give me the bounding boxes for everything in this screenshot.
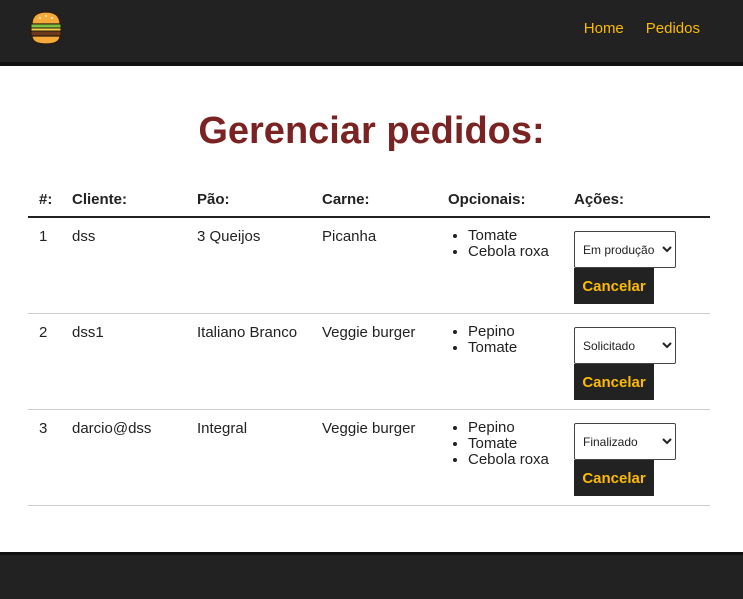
hamburger-icon[interactable] bbox=[29, 10, 63, 46]
order-actions: Em produção Cancelar bbox=[574, 218, 710, 313]
nav-links: Home Pedidos bbox=[584, 20, 700, 37]
status-select[interactable]: Em produção bbox=[574, 231, 676, 268]
order-optionals: Pepino Tomate Cebola roxa bbox=[448, 410, 574, 505]
table-header: #: Cliente: Pão: Carne: Opcionais: Ações… bbox=[28, 184, 710, 218]
optional-item: Cebola roxa bbox=[468, 244, 574, 260]
cancel-button[interactable]: Cancelar bbox=[574, 268, 654, 304]
nav-link-home[interactable]: Home bbox=[584, 20, 624, 37]
order-id: 3 bbox=[39, 420, 48, 437]
optional-item: Cebola roxa bbox=[468, 452, 574, 468]
cancel-button[interactable]: Cancelar bbox=[574, 364, 654, 400]
order-actions: Finalizado Cancelar bbox=[574, 410, 710, 505]
order-meat: Veggie burger bbox=[322, 420, 416, 437]
order-id: 2 bbox=[39, 324, 48, 341]
order-meat: Picanha bbox=[322, 228, 377, 245]
nav-link-pedidos[interactable]: Pedidos bbox=[646, 20, 700, 37]
status-select[interactable]: Solicitado bbox=[574, 327, 676, 364]
order-bread: 3 Queijos bbox=[197, 228, 261, 245]
status-select[interactable]: Finalizado bbox=[574, 423, 676, 460]
order-actions: Solicitado Cancelar bbox=[574, 314, 710, 409]
order-bread: Italiano Branco bbox=[197, 324, 298, 341]
cancel-button[interactable]: Cancelar bbox=[574, 460, 654, 496]
optional-item: Pepino bbox=[468, 324, 574, 340]
header-id: #: bbox=[39, 191, 53, 208]
order-meat: Veggie burger bbox=[322, 324, 416, 341]
header-actions: Ações: bbox=[574, 191, 625, 208]
page-title: Gerenciar pedidos: bbox=[198, 110, 545, 152]
table-row: 3 darcio@dss Integral Veggie burger Pepi… bbox=[28, 410, 710, 506]
order-client: dss bbox=[72, 228, 96, 245]
header-optionals: Opcionais: bbox=[448, 191, 526, 208]
header-bread: Pão: bbox=[197, 191, 230, 208]
order-bread: Integral bbox=[197, 420, 248, 437]
table-row: 2 dss1 Italiano Branco Veggie burger Pep… bbox=[28, 314, 710, 410]
header-meat: Carne: bbox=[322, 191, 370, 208]
optional-item: Tomate bbox=[468, 436, 574, 452]
order-id: 1 bbox=[39, 228, 48, 245]
table-row: 1 dss 3 Queijos Picanha Tomate Cebola ro… bbox=[28, 218, 710, 314]
optional-item: Pepino bbox=[468, 420, 574, 436]
navbar: Home Pedidos bbox=[0, 0, 743, 66]
order-optionals: Pepino Tomate bbox=[448, 314, 574, 409]
order-optionals: Tomate Cebola roxa bbox=[448, 218, 574, 313]
orders-table: #: Cliente: Pão: Carne: Opcionais: Ações… bbox=[28, 184, 710, 506]
order-client: dss1 bbox=[72, 324, 104, 341]
footer bbox=[0, 552, 743, 599]
order-client: darcio@dss bbox=[72, 420, 152, 437]
optional-item: Tomate bbox=[468, 228, 574, 244]
optional-item: Tomate bbox=[468, 340, 574, 356]
header-client: Cliente: bbox=[72, 191, 128, 208]
